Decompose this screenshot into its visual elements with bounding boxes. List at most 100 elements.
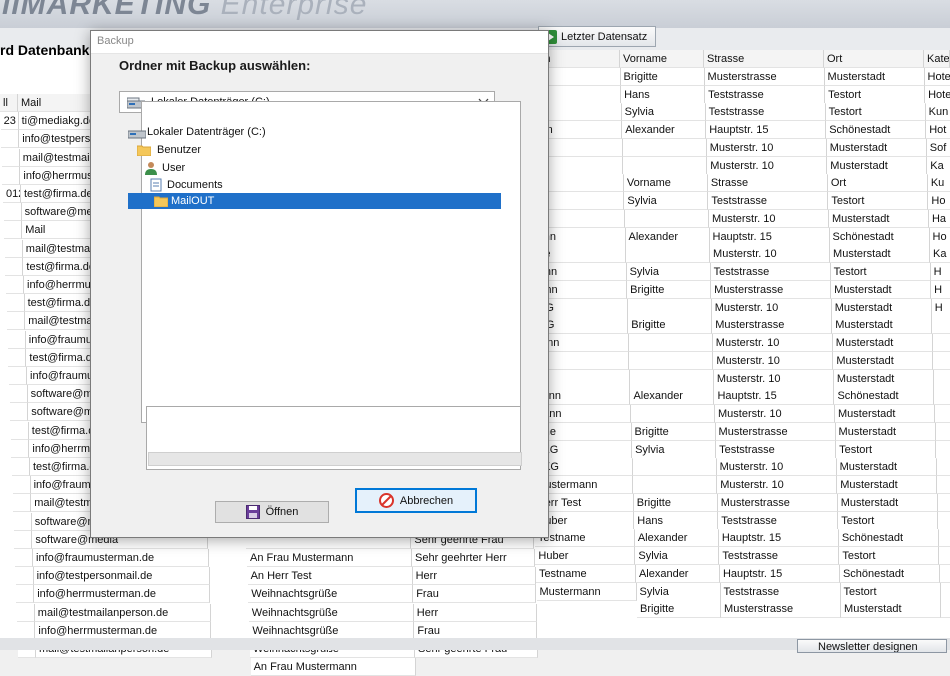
table-cell[interactable]: Musterstr. 10 — [707, 157, 827, 175]
tree-item-benutzer[interactable]: Benutzer — [142, 142, 520, 158]
table-cell[interactable] — [934, 387, 950, 405]
last-record-button[interactable]: Letzter Datensatz — [538, 26, 656, 47]
table-cell[interactable]: Musterstrasse — [721, 600, 841, 618]
table-cell[interactable] — [937, 476, 950, 494]
table-cell[interactable]: H — [932, 299, 950, 317]
table-cell[interactable] — [939, 547, 950, 565]
table-cell[interactable]: H — [931, 263, 950, 281]
table-cell[interactable] — [5, 240, 23, 258]
table-cell[interactable] — [938, 494, 950, 512]
table-cell[interactable] — [17, 604, 35, 622]
table-cell[interactable]: Mustermann — [537, 583, 637, 601]
table-cell[interactable] — [4, 203, 22, 221]
table-cell[interactable]: Alexander — [635, 529, 719, 547]
table-cell[interactable] — [940, 565, 950, 583]
cancel-button[interactable]: Abbrechen — [355, 488, 477, 513]
table-cell[interactable] — [7, 294, 25, 312]
table-cell[interactable]: Musterstadt — [825, 68, 925, 86]
column-header[interactable]: ll — [0, 94, 18, 112]
table-cell[interactable] — [631, 405, 715, 423]
table-cell[interactable]: Testort — [841, 583, 941, 601]
table-cell[interactable] — [939, 529, 950, 547]
table-cell[interactable]: Musterstadt — [827, 139, 927, 157]
table-cell[interactable]: Musterstr. 10 — [717, 476, 837, 494]
table-cell[interactable]: Huber — [534, 512, 634, 530]
table-cell[interactable] — [626, 245, 710, 263]
table-cell[interactable]: Musterstrasse — [712, 316, 832, 334]
table-cell[interactable]: Musterstadt — [836, 423, 936, 441]
table-cell[interactable]: Musterstr. 10 — [713, 334, 833, 352]
table-cell[interactable]: Musterstr. 10 — [717, 458, 837, 476]
table-cell[interactable]: An Frau Mustermann — [247, 549, 412, 567]
table-cell[interactable] — [932, 316, 950, 334]
table-cell[interactable]: Brigitte — [637, 600, 721, 618]
table-cell[interactable] — [10, 403, 28, 421]
table-cell[interactable]: Musterstr. 10 — [707, 139, 827, 157]
table-cell[interactable]: An Frau Mustermann — [251, 658, 416, 676]
tree-item-documents[interactable]: Documents — [142, 177, 520, 193]
table-cell[interactable] — [12, 458, 30, 476]
table-cell[interactable]: Huber — [535, 547, 635, 565]
table-cell[interactable]: Musterstadt — [829, 210, 929, 228]
table-cell[interactable]: Musterstadt — [832, 299, 932, 317]
table-cell[interactable]: Sehr geehrter Herr — [412, 549, 535, 567]
table-cell[interactable]: Musterstadt — [827, 157, 927, 175]
table-cell[interactable]: Testort — [838, 512, 938, 530]
table-cell[interactable]: Frau — [413, 585, 536, 603]
table-cell[interactable]: Sylvia — [635, 547, 719, 565]
table-cell[interactable] — [16, 585, 34, 603]
table-cell[interactable]: Herr — [414, 604, 537, 622]
table-cell[interactable] — [935, 405, 950, 423]
table-cell[interactable]: Teststrasse — [716, 441, 836, 459]
table-cell[interactable] — [623, 157, 707, 175]
table-cell[interactable]: Testname — [536, 565, 636, 583]
table-cell[interactable]: Testort — [828, 192, 928, 210]
column-header[interactable]: Vorname — [620, 50, 704, 68]
table-cell[interactable] — [941, 600, 950, 618]
table-cell[interactable] — [934, 370, 950, 388]
table-cell[interactable]: info@testpersonmail.de — [34, 567, 210, 585]
table-cell[interactable]: Musterstr. 10 — [714, 370, 834, 388]
table-cell[interactable]: Alexander — [630, 387, 714, 405]
table-cell[interactable] — [11, 440, 29, 458]
table-cell[interactable]: Kun — [926, 103, 950, 121]
table-cell[interactable]: Teststrasse — [721, 583, 841, 601]
table-cell[interactable]: Hauptstr. 15 — [714, 387, 834, 405]
table-cell[interactable]: Testort — [825, 86, 925, 104]
table-cell[interactable] — [10, 385, 28, 403]
table-cell[interactable] — [933, 334, 950, 352]
table-cell[interactable]: Musterstadt — [832, 316, 932, 334]
table-cell[interactable]: Musterstrasse — [711, 281, 831, 299]
table-cell[interactable]: Teststrasse — [705, 86, 825, 104]
table-cell[interactable]: Musterstr. 10 — [710, 245, 830, 263]
table-cell[interactable]: Musterstr. 10 — [709, 210, 829, 228]
table-cell[interactable]: Musterstadt — [841, 600, 941, 618]
table-cell[interactable]: Brigitte — [627, 281, 711, 299]
table-cell[interactable]: Strasse — [708, 174, 828, 192]
table-cell[interactable] — [630, 370, 714, 388]
table-cell[interactable] — [8, 349, 26, 367]
table-cell[interactable]: Testname — [535, 529, 635, 547]
table-cell[interactable]: Sylvia — [627, 263, 711, 281]
table-cell[interactable]: Hauptstr. 15 — [706, 121, 826, 139]
open-button[interactable]: Öffnen — [215, 501, 329, 523]
table-cell[interactable]: Musterstr. 10 — [712, 299, 832, 317]
table-cell[interactable]: H — [931, 281, 950, 299]
table-cell[interactable]: Ka — [927, 157, 950, 175]
table-cell[interactable]: Musterstadt — [834, 370, 934, 388]
table-cell[interactable] — [629, 352, 713, 370]
table-cell[interactable]: Testort — [839, 547, 939, 565]
table-cell[interactable] — [11, 422, 29, 440]
table-cell[interactable]: mail@testmailanperson.de — [35, 604, 211, 622]
newsletter-design-button[interactable]: Newsletter designen — [797, 639, 947, 653]
table-cell[interactable]: Hote — [925, 86, 950, 104]
table-cell[interactable] — [625, 210, 709, 228]
table-cell[interactable]: 012 — [3, 185, 21, 203]
table-cell[interactable] — [2, 149, 20, 167]
table-cell[interactable] — [629, 334, 713, 352]
table-cell[interactable]: Hauptstr. 15 — [719, 529, 839, 547]
table-cell[interactable]: Alexander — [636, 565, 720, 583]
table-cell[interactable]: Musterstadt — [833, 334, 933, 352]
tree-item-user[interactable]: User — [142, 160, 520, 176]
table-cell[interactable]: Hot — [926, 121, 950, 139]
